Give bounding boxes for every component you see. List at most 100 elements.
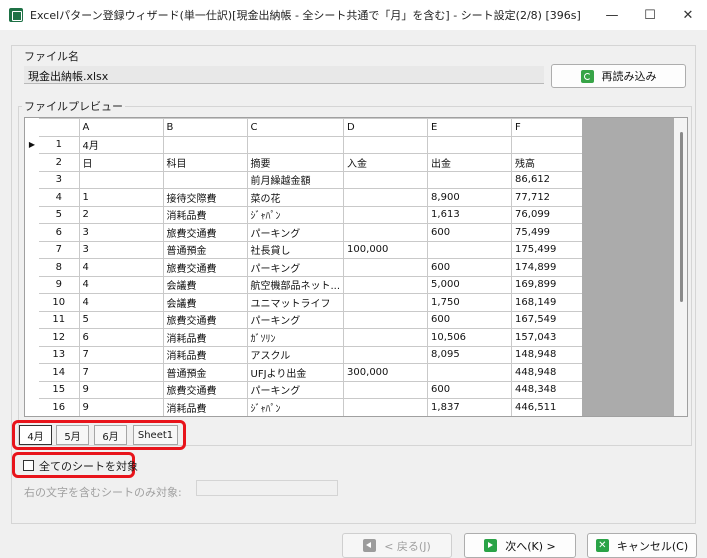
table-cell[interactable]: 会議費: [162, 275, 248, 294]
table-row[interactable]: 14 7 普通預金 UFJより出金 300,000 448,948: [25, 363, 597, 382]
table-cell[interactable]: 600: [427, 310, 513, 329]
table-cell[interactable]: 1,613: [427, 205, 513, 224]
table-cell[interactable]: 消耗品費: [162, 328, 248, 347]
table-cell[interactable]: [427, 135, 513, 154]
table-row[interactable]: 13 7 消耗品費 アスクル 8,095 148,948: [25, 345, 597, 364]
table-cell[interactable]: 600: [427, 380, 513, 399]
table-cell[interactable]: 6: [78, 328, 164, 347]
table-cell[interactable]: 航空機部品ネット...: [246, 275, 345, 294]
table-cell[interactable]: 入金: [343, 153, 429, 172]
table-cell[interactable]: 菜の花: [246, 188, 345, 207]
table-cell[interactable]: ｶﾞｿﾘﾝ: [246, 328, 345, 347]
preview-grid[interactable]: A B C D E F ▶ 1 4月 2 日科目 摘要 入金 出金 残高 3 前月繰越金額 86,612 4 1 接待交…: [24, 117, 688, 417]
table-cell[interactable]: [427, 170, 513, 189]
table-cell[interactable]: 日: [78, 153, 164, 172]
table-cell[interactable]: 7: [78, 363, 164, 382]
table-cell[interactable]: [343, 258, 429, 277]
table-cell[interactable]: 消耗品費: [162, 205, 248, 224]
table-cell[interactable]: 5,000: [427, 275, 513, 294]
table-cell[interactable]: [343, 328, 429, 347]
table-cell[interactable]: 普通預金: [162, 363, 248, 382]
table-cell[interactable]: [343, 380, 429, 399]
column-header[interactable]: C: [246, 118, 345, 137]
table-cell[interactable]: 旅費交通費: [162, 310, 248, 329]
table-cell[interactable]: 5: [78, 310, 164, 329]
table-cell[interactable]: [427, 240, 513, 259]
scrollbar-thumb[interactable]: [680, 132, 683, 302]
table-cell[interactable]: [246, 135, 345, 154]
table-row[interactable]: 16 9 消耗品費 ｼﾞｬﾊﾟﾝ 1,837 446,511: [25, 398, 597, 416]
all-sheets-checkbox[interactable]: [23, 460, 34, 471]
column-header[interactable]: A: [78, 118, 164, 137]
reload-button[interactable]: 再読み込み: [551, 64, 686, 88]
table-cell[interactable]: [343, 205, 429, 224]
table-cell[interactable]: アスクル: [246, 345, 345, 364]
table-row[interactable]: 11 5 旅費交通費 パーキング 600 167,549: [25, 310, 597, 329]
table-cell[interactable]: 1,837: [427, 398, 513, 416]
table-cell[interactable]: [343, 135, 429, 154]
table-cell[interactable]: 1,750: [427, 293, 513, 312]
table-row[interactable]: ▶ 1 4月: [25, 135, 597, 154]
table-row[interactable]: 2 日科目 摘要 入金 出金 残高: [25, 153, 597, 172]
table-row[interactable]: 10 4 会議費 ユニマットライフ 1,750 168,149: [25, 293, 597, 312]
table-cell[interactable]: UFJより出金: [246, 363, 345, 382]
table-cell[interactable]: [427, 363, 513, 382]
table-cell[interactable]: 接待交際費: [162, 188, 248, 207]
table-cell[interactable]: 会議費: [162, 293, 248, 312]
table-cell[interactable]: 摘要: [246, 153, 345, 172]
sheet-filter-input[interactable]: [196, 480, 338, 496]
table-cell[interactable]: 出金: [427, 153, 513, 172]
table-cell[interactable]: [78, 170, 164, 189]
table-cell[interactable]: 300,000: [343, 363, 429, 382]
column-header[interactable]: D: [343, 118, 429, 137]
table-cell[interactable]: 9: [78, 380, 164, 399]
table-cell[interactable]: 科目: [162, 153, 248, 172]
table-cell[interactable]: 消耗品費: [162, 345, 248, 364]
table-cell[interactable]: パーキング: [246, 258, 345, 277]
table-cell[interactable]: 4: [78, 258, 164, 277]
table-cell[interactable]: ｼﾞｬﾊﾟﾝ: [246, 205, 345, 224]
table-row[interactable]: 3 前月繰越金額 86,612: [25, 170, 597, 189]
table-cell[interactable]: 4: [78, 293, 164, 312]
sheet-tab[interactable]: Sheet1: [133, 425, 178, 445]
table-row[interactable]: 8 4 旅費交通費 パーキング 600 174,899: [25, 258, 597, 277]
maximize-button[interactable]: ☐: [631, 0, 669, 30]
back-button[interactable]: < 戻る(J): [342, 533, 452, 558]
table-cell[interactable]: ユニマットライフ: [246, 293, 345, 312]
sheet-tab[interactable]: 6月: [94, 425, 127, 445]
table-cell[interactable]: 600: [427, 223, 513, 242]
table-cell[interactable]: 1: [78, 188, 164, 207]
table-row[interactable]: 5 2 消耗品費 ｼﾞｬﾊﾟﾝ 1,613 76,099: [25, 205, 597, 224]
table-cell[interactable]: [343, 170, 429, 189]
table-cell[interactable]: 100,000: [343, 240, 429, 259]
column-header[interactable]: B: [162, 118, 248, 137]
table-cell[interactable]: 8,900: [427, 188, 513, 207]
table-cell[interactable]: [343, 293, 429, 312]
table-row[interactable]: 6 3 旅費交通費 パーキング 600 75,499: [25, 223, 597, 242]
table-cell[interactable]: 消耗品費: [162, 398, 248, 416]
table-row[interactable]: 15 9 旅費交通費 パーキング 600 448,348: [25, 380, 597, 399]
table-cell[interactable]: パーキング: [246, 223, 345, 242]
table-cell[interactable]: 3: [78, 240, 164, 259]
table-cell[interactable]: [343, 345, 429, 364]
minimize-button[interactable]: —: [593, 0, 631, 30]
table-cell[interactable]: [343, 223, 429, 242]
table-cell[interactable]: 4月: [78, 135, 164, 154]
table-cell[interactable]: 4: [78, 275, 164, 294]
table-row[interactable]: 4 1 接待交際費 菜の花 8,900 77,712: [25, 188, 597, 207]
table-cell[interactable]: [343, 398, 429, 416]
table-cell[interactable]: 社長貸し: [246, 240, 345, 259]
sheet-tab[interactable]: 4月: [19, 425, 52, 445]
table-row[interactable]: 9 4 会議費 航空機部品ネット... 5,000 169,899: [25, 275, 597, 294]
next-button[interactable]: 次へ(K) >: [464, 533, 576, 558]
column-header[interactable]: E: [427, 118, 513, 137]
close-button[interactable]: ✕: [669, 0, 707, 30]
table-cell[interactable]: [343, 275, 429, 294]
table-cell[interactable]: 前月繰越金額: [246, 170, 345, 189]
table-cell[interactable]: [162, 170, 248, 189]
table-cell[interactable]: 旅費交通費: [162, 223, 248, 242]
all-sheets-label[interactable]: 全てのシートを対象: [39, 458, 138, 474]
table-cell[interactable]: 7: [78, 345, 164, 364]
table-cell[interactable]: パーキング: [246, 380, 345, 399]
sheet-tab[interactable]: 5月: [56, 425, 89, 445]
